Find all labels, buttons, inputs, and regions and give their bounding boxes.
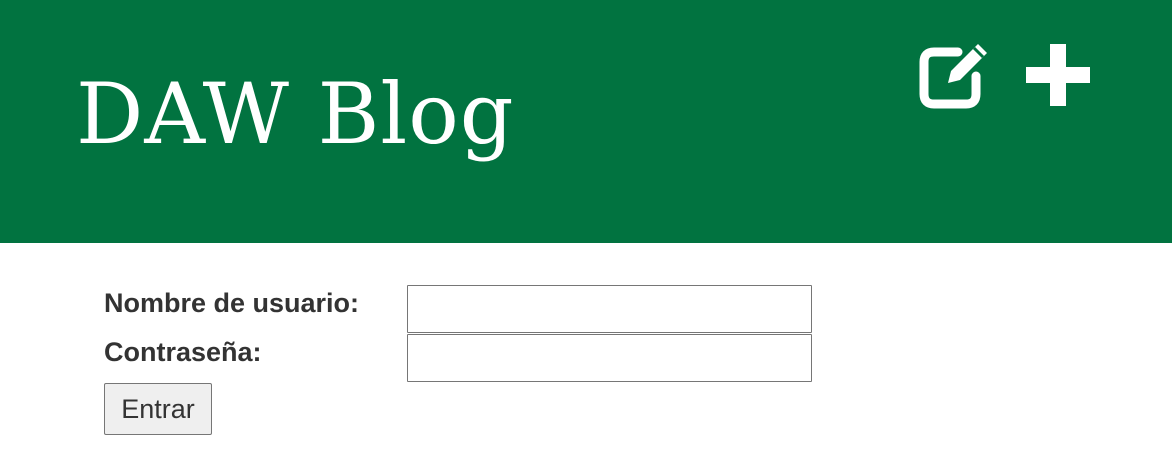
login-submit-button[interactable]: Entrar	[104, 383, 212, 435]
password-label: Contraseña:	[104, 337, 262, 367]
add-post-button[interactable]	[1024, 42, 1092, 108]
username-label: Nombre de usuario:	[104, 288, 360, 318]
edit-post-button[interactable]	[914, 40, 990, 110]
username-input[interactable]	[407, 285, 812, 333]
edit-icon	[919, 44, 987, 109]
site-header: DAW Blog	[0, 0, 1172, 243]
password-input[interactable]	[407, 334, 812, 382]
plus-icon	[1026, 44, 1090, 106]
site-title[interactable]: DAW Blog	[76, 64, 515, 164]
